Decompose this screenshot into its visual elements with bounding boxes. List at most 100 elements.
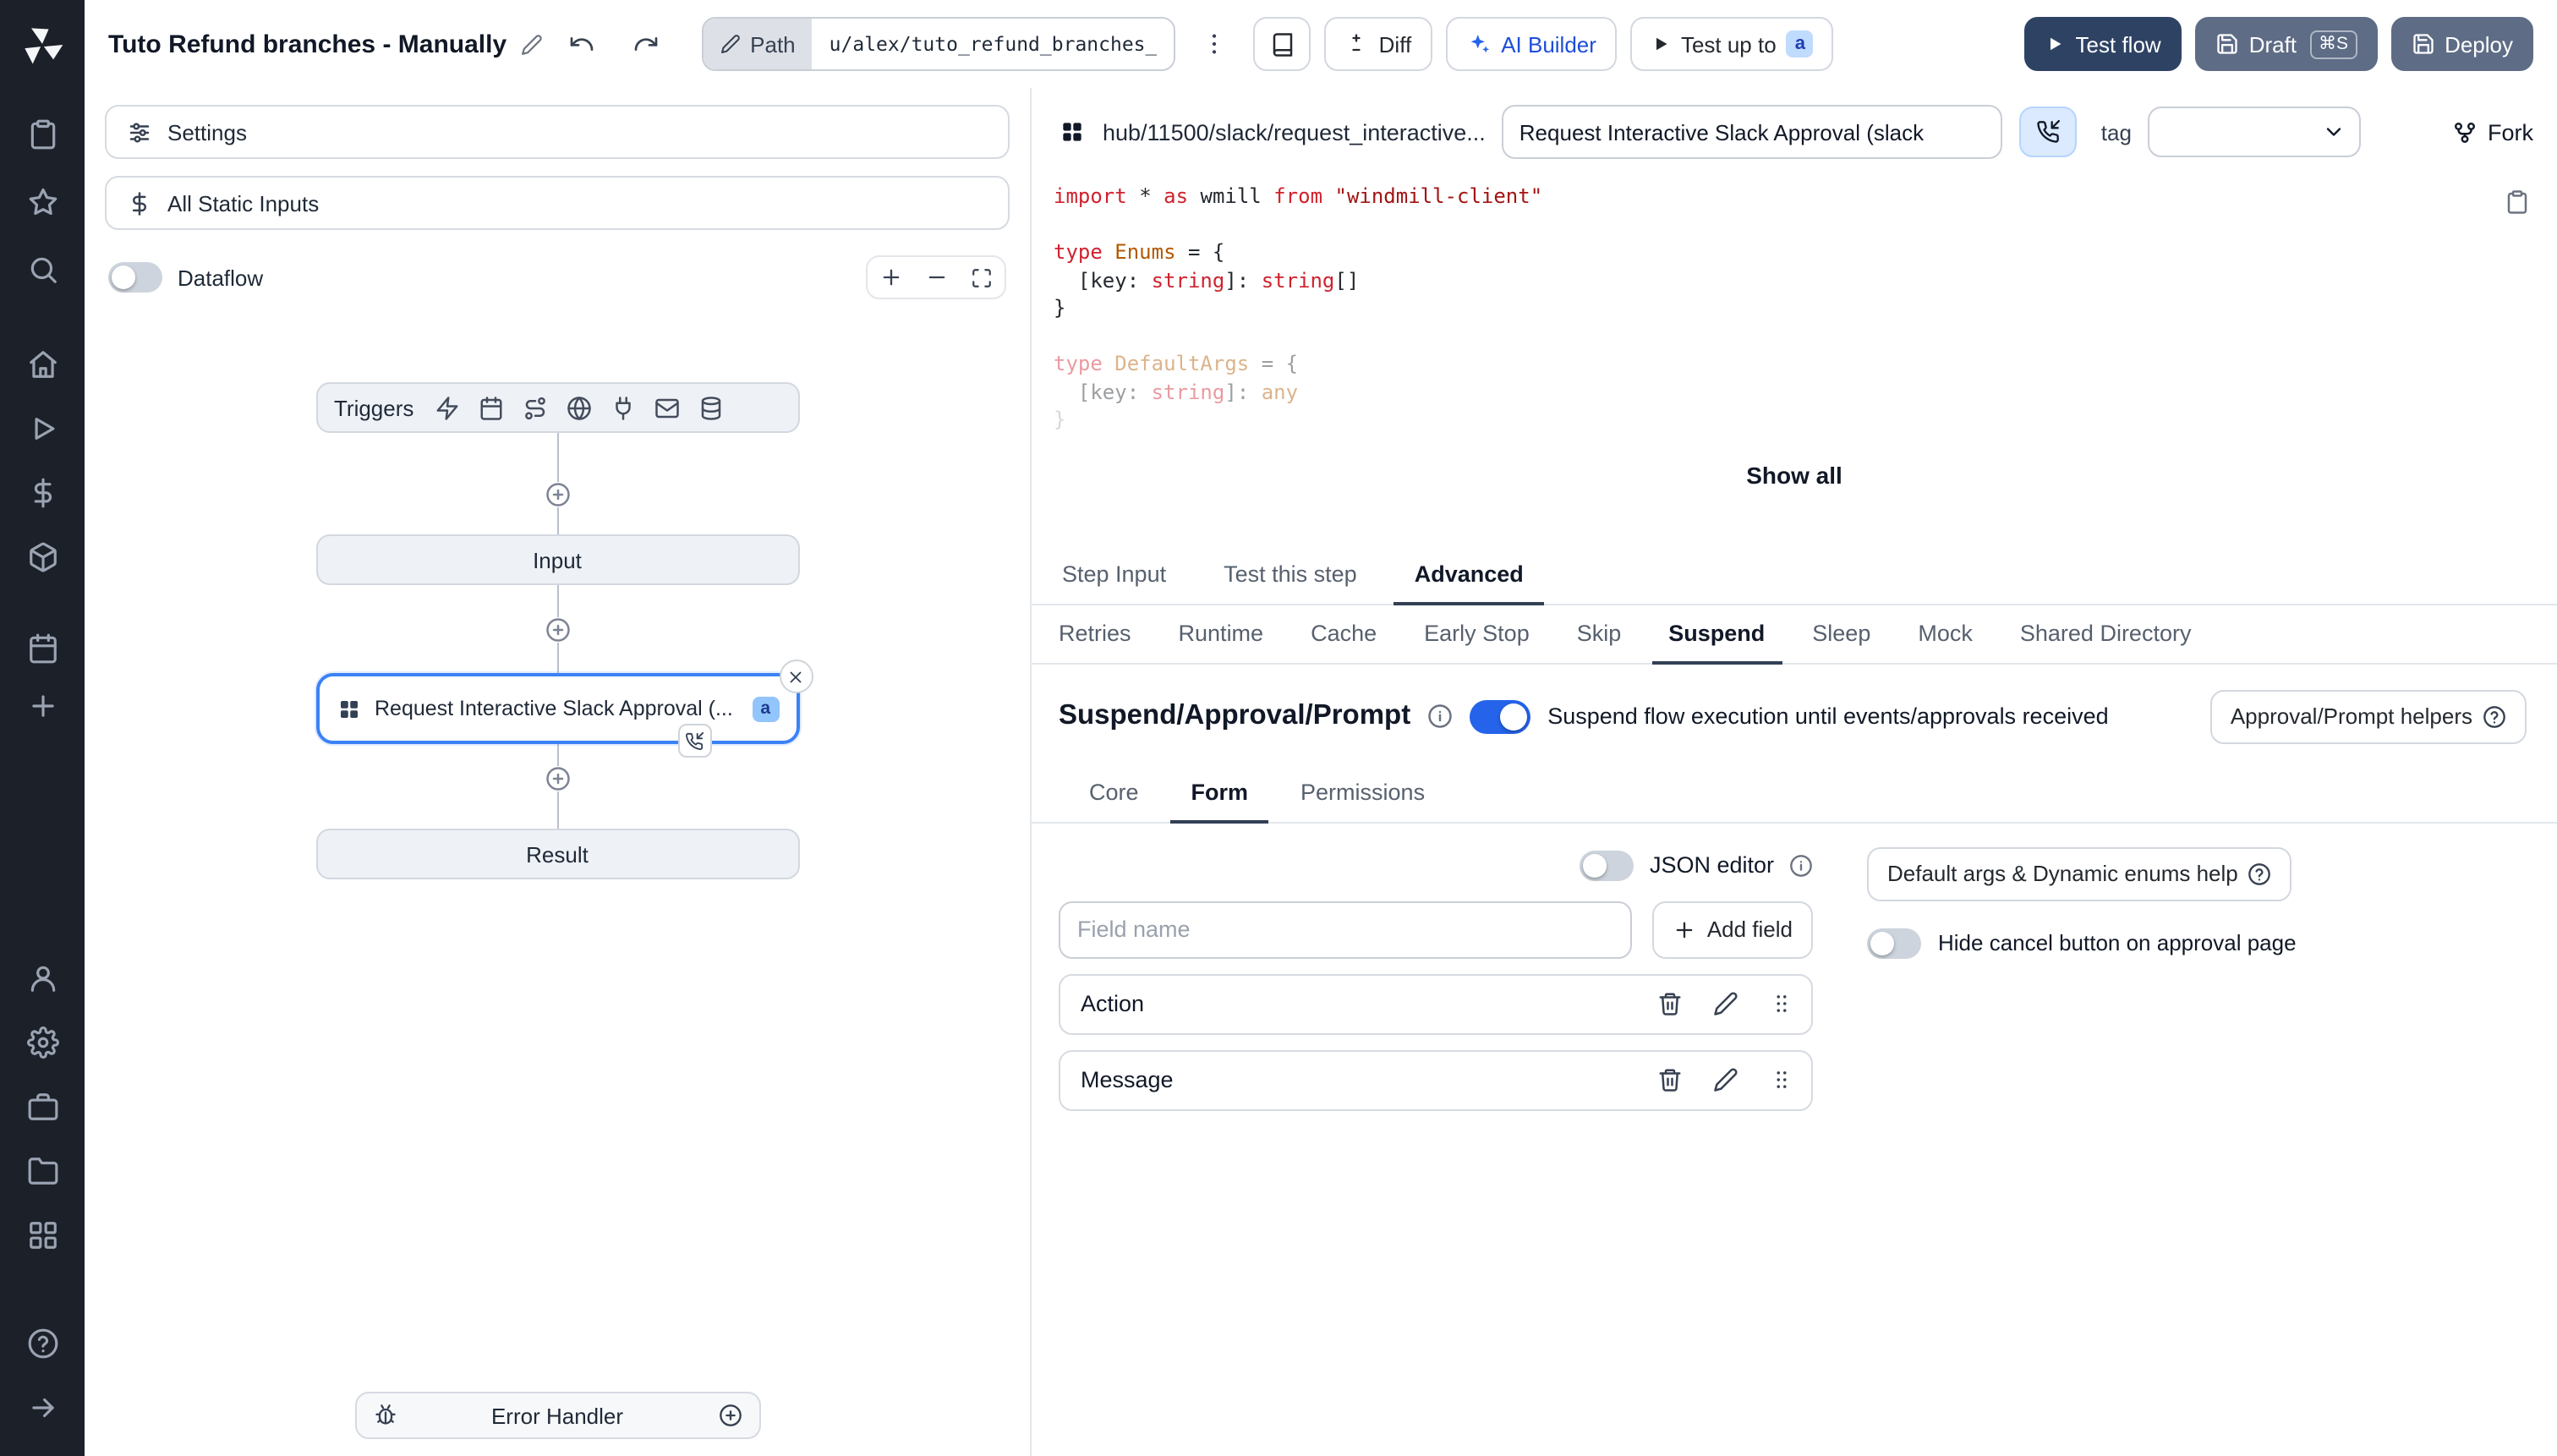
tab-runtime[interactable]: Runtime [1162,605,1281,664]
tag-select[interactable] [2148,107,2362,157]
rail-clipboard-button[interactable] [14,105,71,162]
docs-button[interactable] [1253,17,1311,71]
rail-settings-button[interactable] [14,1013,71,1070]
rail-calendar-button[interactable] [14,619,71,676]
input-node[interactable]: Input [315,534,799,585]
show-all-button[interactable]: Show all [1746,461,1842,488]
tab-advanced[interactable]: Advanced [1393,545,1544,605]
drag-field-handle[interactable] [1757,1056,1804,1103]
add-field-button[interactable]: Add field [1652,900,1813,958]
rail-search-button[interactable] [14,240,71,298]
rail-play-button[interactable] [14,399,71,457]
trigger-webhook-icon[interactable] [434,395,459,420]
json-editor-toggle[interactable] [1580,850,1634,880]
remove-step-button[interactable] [779,660,813,693]
rail-grid-button[interactable] [14,1206,71,1263]
ai-builder-button[interactable]: AI Builder [1445,17,1617,71]
tab-skip[interactable]: Skip [1560,605,1639,664]
edit-field-button[interactable] [1701,1056,1749,1103]
tab-sleep[interactable]: Sleep [1795,605,1887,664]
tab-form[interactable]: Form [1170,764,1269,823]
rail-plus-button[interactable] [14,676,71,734]
undo-button[interactable] [556,19,606,69]
diff-button[interactable]: Diff [1324,17,1432,71]
hub-script-path[interactable]: hub/11500/slack/request_interactive... [1103,119,1486,145]
add-error-handler-icon[interactable] [718,1404,742,1427]
rail-help-button[interactable] [14,1314,71,1371]
tab-retries[interactable]: Retries [1042,605,1148,664]
tab-test-this-step[interactable]: Test this step [1203,545,1377,605]
tab-core[interactable]: Core [1069,764,1159,823]
field-name-input[interactable] [1059,900,1633,958]
rail-home-button[interactable] [14,335,71,392]
settings-accordion[interactable]: Settings [105,105,1010,159]
test-flow-button[interactable]: Test flow [2024,17,2182,71]
dataflow-toggle[interactable] [108,262,162,293]
more-options-button[interactable] [1190,19,1240,69]
rail-briefcase-button[interactable] [14,1077,71,1135]
trigger-schedule-icon[interactable] [478,395,503,420]
path-edit-button[interactable]: Path [703,19,813,69]
search-icon [26,253,58,285]
zoom-out-button[interactable] [913,257,959,298]
suspend-toggle[interactable] [1470,699,1531,733]
error-handler-node[interactable]: Error Handler [354,1392,760,1439]
tab-cache[interactable]: Cache [1294,605,1393,664]
tab-mock[interactable]: Mock [1901,605,1990,664]
copy-code-button[interactable] [2501,186,2533,223]
add-step-button[interactable] [545,482,570,507]
static-inputs-accordion[interactable]: All Static Inputs [105,176,1010,230]
tab-suspend[interactable]: Suspend [1651,605,1782,664]
path-input[interactable] [812,19,1174,69]
triggers-node[interactable]: Triggers [315,382,799,433]
zoom-in-button[interactable] [868,257,913,298]
rail-dollar-button[interactable] [14,463,71,521]
selected-step-node[interactable]: Request Interactive Slack Approval (... … [315,660,813,758]
suspend-shortcut-button[interactable] [2019,107,2078,157]
rail-folder-button[interactable] [14,1141,71,1199]
windmill-logo[interactable] [20,24,64,68]
rail-star-button[interactable] [14,172,71,230]
test-up-to-button[interactable]: Test up to a [1629,17,1834,71]
delete-field-button[interactable] [1645,980,1693,1027]
redo-button[interactable] [620,19,671,69]
default-args-help-button[interactable]: Default args & Dynamic enums help [1867,846,2292,900]
fork-button[interactable]: Fork [2452,119,2533,145]
diff-icon [1345,32,1369,56]
result-node[interactable]: Result [315,829,799,879]
tab-shared-directory[interactable]: Shared Directory [2003,605,2209,664]
trigger-websocket-icon[interactable] [566,395,591,420]
tab-step-input[interactable]: Step Input [1042,545,1186,605]
add-step-button[interactable] [545,766,570,791]
drag-field-handle[interactable] [1757,980,1804,1027]
tab-permissions[interactable]: Permissions [1280,764,1445,823]
hide-cancel-toggle[interactable] [1867,928,1921,958]
trigger-email-icon[interactable] [654,395,679,420]
suspend-toggle-label: Suspend flow execution until events/appr… [1547,703,2109,729]
trigger-kafka-icon[interactable] [698,395,723,420]
sliders-icon [127,119,152,145]
draft-button[interactable]: Draft ⌘S [2194,17,2378,71]
code-editor[interactable]: import * as wmill from "windmill-client"… [1054,183,2530,434]
trigger-postgres-icon[interactable] [610,395,635,420]
phone-in-icon [2037,120,2061,144]
deploy-button[interactable]: Deploy [2390,17,2533,71]
json-editor-row: JSON editor [1059,850,1813,880]
delete-field-button[interactable] [1645,1056,1693,1103]
fit-view-button[interactable] [959,257,1005,298]
edit-field-button[interactable] [1701,980,1749,1027]
rail-group-bottom [14,949,71,1263]
tab-early-stop[interactable]: Early Stop [1407,605,1547,664]
add-step-button[interactable] [545,617,570,643]
edit-title-icon[interactable] [520,33,542,55]
approval-helpers-button[interactable]: Approval/Prompt helpers [2209,689,2527,743]
flow-title-text: Tuto Refund branches - Manually [108,30,507,58]
rail-arrow-right-button[interactable] [14,1378,71,1436]
trigger-route-icon[interactable] [522,395,547,420]
rail-user-button[interactable] [14,949,71,1006]
redo-icon [632,30,659,57]
draft-label: Draft [2248,31,2297,57]
folder-icon [26,1154,58,1186]
rail-box-button[interactable] [14,528,71,585]
step-summary-input[interactable] [1502,105,2003,159]
